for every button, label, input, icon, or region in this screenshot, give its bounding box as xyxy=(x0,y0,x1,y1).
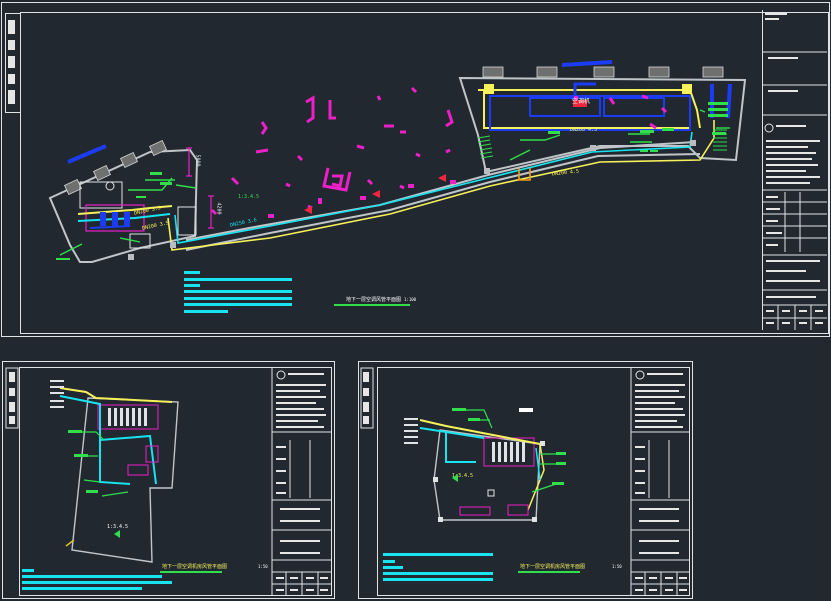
left-title-block xyxy=(271,367,331,595)
right-title-block xyxy=(630,367,690,595)
right-detail-plan xyxy=(419,409,560,521)
right-detail-notes xyxy=(383,553,493,581)
detail-sheets-drawing xyxy=(5,367,690,595)
left-detail-notes xyxy=(22,569,172,590)
